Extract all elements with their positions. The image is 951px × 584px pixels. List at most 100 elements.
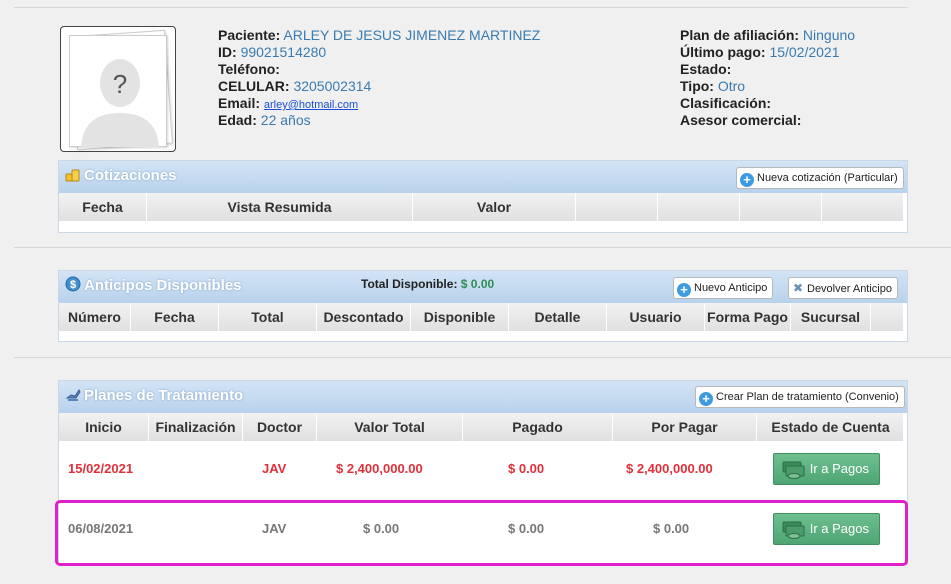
coins-stack-icon xyxy=(65,169,80,182)
patient-age-label: Edad: xyxy=(218,112,257,128)
advances-col-empty xyxy=(871,303,905,331)
go-to-payments-label: Ir a Pagos xyxy=(809,461,869,476)
plans-col-pagado[interactable]: Pagado xyxy=(463,413,613,441)
plan-paid-value: $ 0.00 xyxy=(508,461,545,476)
plans-col-estado-cuenta[interactable]: Estado de Cuenta xyxy=(757,413,905,441)
patient-photo-placeholder[interactable]: ? xyxy=(60,26,176,152)
patient-id: 99021514280 xyxy=(240,44,327,60)
plans-table-header: Inicio Finalización Doctor Valor Total P… xyxy=(59,413,905,441)
advances-col-disponible[interactable]: Disponible xyxy=(411,303,509,331)
patient-email-label: Email: xyxy=(218,95,261,111)
plans-panel-header: Planes de Tratamiento + Crear Plan de tra… xyxy=(59,381,907,413)
plan-doctor: JAV xyxy=(262,521,287,536)
patient-cell: 3205002314 xyxy=(293,78,372,94)
plans-col-inicio[interactable]: Inicio xyxy=(59,413,149,441)
quotes-panel: Cotizaciones + Nueva cotización (Particul… xyxy=(58,160,908,233)
type-label: Tipo: xyxy=(680,78,714,94)
patient-info: Paciente: ARLEY DE JESUS JIMENEZ MARTINE… xyxy=(218,27,540,129)
advances-title-text: Anticipos Disponibles xyxy=(84,277,242,294)
quotes-col-empty xyxy=(576,193,658,221)
advances-col-forma-pago[interactable]: Forma Pago xyxy=(705,303,791,331)
advances-panel-header: $ Anticipos Disponibles Total Disponible… xyxy=(59,271,907,303)
plan-paid-value: $ 0.00 xyxy=(508,521,545,536)
section-divider xyxy=(14,247,951,248)
type-value: Otro xyxy=(717,78,746,94)
new-quote-button[interactable]: + Nueva cotización (Particular) xyxy=(736,167,904,189)
last-payment-label: Último pago: xyxy=(680,44,766,60)
advances-col-descontado[interactable]: Descontado xyxy=(317,303,411,331)
return-advance-button-label: Devolver Anticipo xyxy=(807,283,892,295)
advances-total-value: $ 0.00 xyxy=(460,277,495,291)
top-divider xyxy=(14,7,908,8)
advances-col-usuario[interactable]: Usuario xyxy=(607,303,705,331)
plus-circle-icon: + xyxy=(740,173,754,187)
quotes-col-fecha[interactable]: Fecha xyxy=(59,193,147,221)
advances-col-total[interactable]: Total xyxy=(219,303,317,331)
advances-col-numero[interactable]: Número xyxy=(59,303,131,331)
plans-col-valor-total[interactable]: Valor Total xyxy=(317,413,463,441)
advances-panel: $ Anticipos Disponibles Total Disponible… xyxy=(58,270,908,342)
section-divider xyxy=(14,357,951,358)
plus-circle-icon: + xyxy=(677,283,691,297)
classification-label: Clasificación: xyxy=(680,95,772,111)
go-to-payments-button[interactable]: Ir a Pagos xyxy=(773,453,880,485)
create-plan-button[interactable]: + Crear Plan de tratamiento (Convenio) xyxy=(695,386,905,408)
dental-chair-icon xyxy=(65,389,81,401)
quotes-title-text: Cotizaciones xyxy=(84,167,177,184)
plus-circle-icon: + xyxy=(699,392,713,406)
create-plan-button-label: Crear Plan de tratamiento (Convenio) xyxy=(716,391,899,403)
patient-name-label: Paciente: xyxy=(218,27,281,43)
plan-label: Plan de afiliación: xyxy=(680,27,800,43)
patient-email-link[interactable]: arley@hotmail.com xyxy=(264,99,358,111)
new-quote-button-label: Nueva cotización (Particular) xyxy=(757,172,898,184)
advances-col-sucursal[interactable]: Sucursal xyxy=(791,303,871,331)
patient-age: 22 años xyxy=(260,112,311,128)
new-advance-button-label: Nuevo Anticipo xyxy=(694,282,768,294)
advances-table-header: Número Fecha Total Descontado Disponible… xyxy=(59,303,905,331)
dollar-coin-icon: $ xyxy=(65,276,81,292)
quotes-col-vista-resumida[interactable]: Vista Resumida xyxy=(147,193,413,221)
advances-total-label: Total Disponible: xyxy=(361,277,458,291)
status-label: Estado: xyxy=(680,61,732,77)
plan-start-date: 06/08/2021 xyxy=(68,521,134,536)
plan-value: Ninguno xyxy=(802,27,856,43)
go-to-payments-label: Ir a Pagos xyxy=(809,521,869,536)
plan-start-date: 15/02/2021 xyxy=(68,461,134,476)
last-payment-value: 15/02/2021 xyxy=(769,44,840,60)
patient-id-label: ID: xyxy=(218,44,237,60)
plan-total-value: $ 2,400,000.00 xyxy=(336,461,423,476)
svg-text:?: ? xyxy=(113,69,127,99)
plans-col-doctor[interactable]: Doctor xyxy=(243,413,317,441)
go-to-payments-button[interactable]: Ir a Pagos xyxy=(773,513,880,545)
table-row[interactable]: 15/02/2021 JAV $ 2,400,000.00 $ 0.00 $ 2… xyxy=(59,441,907,501)
quotes-col-empty xyxy=(822,193,905,221)
plans-col-por-pagar[interactable]: Por Pagar xyxy=(613,413,757,441)
plans-col-finalizacion[interactable]: Finalización xyxy=(149,413,243,441)
patient-phone-label: Teléfono: xyxy=(218,61,280,77)
patient-affiliation-info: Plan de afiliación: Ninguno Último pago:… xyxy=(680,27,855,129)
svg-text:$: $ xyxy=(70,279,76,291)
new-advance-button[interactable]: + Nuevo Anticipo xyxy=(673,277,774,299)
advances-total: Total Disponible: $ 0.00 xyxy=(361,277,494,291)
plan-total-value: $ 0.00 xyxy=(363,521,400,536)
treatment-plans-panel: Planes de Tratamiento + Crear Plan de tra… xyxy=(58,380,908,565)
close-x-icon: ✖ xyxy=(792,281,804,295)
quotes-col-empty xyxy=(740,193,822,221)
advances-col-fecha[interactable]: Fecha xyxy=(131,303,219,331)
quotes-table-header: Fecha Vista Resumida Valor xyxy=(59,193,905,221)
quotes-col-empty xyxy=(658,193,740,221)
money-bills-icon xyxy=(782,521,805,539)
table-row[interactable]: 06/08/2021 JAV $ 0.00 $ 0.00 $ 0.00 Ir a… xyxy=(59,501,907,561)
advances-col-detalle[interactable]: Detalle xyxy=(509,303,607,331)
return-advance-button[interactable]: ✖ Devolver Anticipo xyxy=(788,277,898,299)
patient-name: ARLEY DE JESUS JIMENEZ MARTINEZ xyxy=(283,27,541,43)
advances-title: $ Anticipos Disponibles xyxy=(65,276,242,294)
quotes-title: Cotizaciones xyxy=(65,166,177,184)
quotes-col-valor[interactable]: Valor xyxy=(413,193,576,221)
quotes-panel-header: Cotizaciones + Nueva cotización (Particul… xyxy=(59,161,907,193)
avatar-silhouette-icon: ? xyxy=(81,59,159,147)
plan-due-value: $ 0.00 xyxy=(653,521,690,536)
plan-due-value: $ 2,400,000.00 xyxy=(626,461,713,476)
patient-cell-label: CELULAR: xyxy=(218,78,290,94)
plans-title: Planes de Tratamiento xyxy=(65,386,243,404)
